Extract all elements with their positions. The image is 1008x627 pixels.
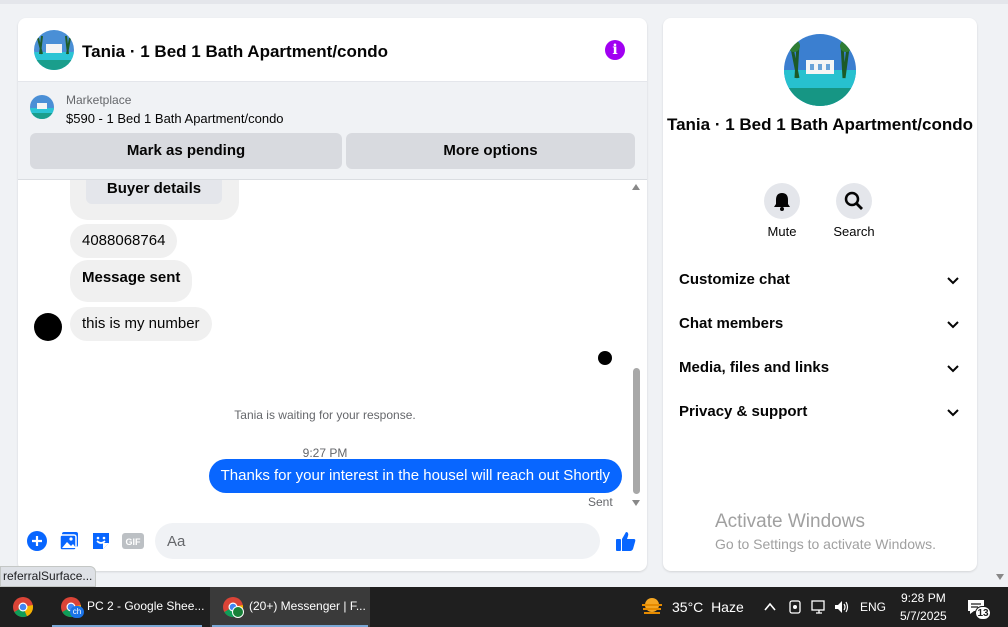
taskbar-chrome-pinned[interactable] bbox=[0, 587, 48, 627]
mute-button[interactable] bbox=[764, 183, 800, 219]
page-scroll-down-arrow[interactable] bbox=[996, 574, 1004, 580]
notification-count-badge: 13 bbox=[975, 606, 991, 620]
haze-weather-icon[interactable] bbox=[640, 595, 664, 619]
chevron-down-icon bbox=[947, 321, 959, 329]
scroll-down-arrow[interactable] bbox=[632, 500, 640, 506]
profile-name: Tania · 1 Bed 1 Bath Apartment/condo bbox=[666, 115, 974, 134]
mute-label: Mute bbox=[767, 224, 797, 239]
message-input[interactable] bbox=[167, 523, 567, 559]
conversation-details-panel: Tania · 1 Bed 1 Bath Apartment/condo Mut… bbox=[663, 18, 977, 571]
chat-title: Tania · 1 Bed 1 Bath Apartment/condo bbox=[82, 42, 389, 61]
taskbar-app-google-sheets[interactable]: ch PC 2 - Google Shee... bbox=[50, 587, 208, 627]
message-input-box[interactable] bbox=[155, 523, 600, 559]
section-label: Chat members bbox=[679, 315, 784, 332]
browser-status-bar: referralSurface... bbox=[0, 566, 96, 587]
top-divider bbox=[0, 0, 1008, 4]
bell-icon bbox=[774, 193, 790, 211]
section-label: Customize chat bbox=[679, 271, 790, 288]
photo-icon[interactable] bbox=[58, 530, 80, 552]
media-files-links-section[interactable]: Media, files and links bbox=[663, 348, 977, 388]
volume-icon[interactable] bbox=[833, 599, 851, 615]
sender-avatar[interactable] bbox=[34, 313, 62, 341]
buyer-details-button[interactable]: Buyer details bbox=[86, 180, 222, 204]
chevron-down-icon bbox=[947, 365, 959, 373]
sticker-icon[interactable] bbox=[90, 530, 112, 552]
search-button[interactable] bbox=[836, 183, 872, 219]
gif-icon[interactable]: GIF bbox=[121, 530, 145, 552]
clock-time[interactable]: 9:28 PM bbox=[901, 591, 946, 605]
network-icon[interactable] bbox=[810, 599, 828, 615]
profile-avatar[interactable] bbox=[784, 34, 856, 106]
sent-status: Sent bbox=[588, 495, 613, 509]
watermark-subtitle: Go to Settings to activate Windows. bbox=[715, 536, 936, 552]
chat-members-section[interactable]: Chat members bbox=[663, 304, 977, 344]
message-list: Buyer details 4088068764 Message sent th… bbox=[18, 180, 647, 515]
svg-text:GIF: GIF bbox=[126, 537, 142, 547]
message-timestamp: 9:27 PM bbox=[302, 446, 348, 460]
info-icon[interactable]: i bbox=[605, 40, 625, 60]
marketplace-bar: Marketplace $590 - 1 Bed 1 Bath Apartmen… bbox=[18, 82, 647, 180]
outgoing-message-bubble: Thanks for your interest in the housel w… bbox=[208, 459, 622, 493]
message-bubble-phone: 4088068764 bbox=[70, 224, 178, 258]
taskbar-app-label: (20+) Messenger | F... bbox=[249, 599, 366, 613]
listing-price[interactable]: $590 - 1 Bed 1 Bath Apartment/condo bbox=[66, 111, 284, 126]
weather-condition: Haze bbox=[711, 599, 744, 615]
chat-scrollbar[interactable] bbox=[630, 182, 643, 512]
clock-date[interactable]: 5/7/2025 bbox=[900, 609, 947, 623]
chevron-down-icon bbox=[947, 277, 959, 285]
more-options-button[interactable]: More options bbox=[346, 133, 635, 169]
waiting-note: Tania is waiting for your response. bbox=[234, 408, 416, 422]
privacy-support-section[interactable]: Privacy & support bbox=[663, 392, 977, 432]
seen-avatar bbox=[598, 351, 612, 365]
taskbar-app-label: PC 2 - Google Shee... bbox=[87, 599, 205, 613]
marketplace-label: Marketplace bbox=[66, 93, 132, 107]
profile-badge: ch bbox=[70, 606, 84, 618]
mark-as-pending-button[interactable]: Mark as pending bbox=[30, 133, 342, 169]
chrome-icon bbox=[13, 597, 34, 618]
watermark-title: Activate Windows bbox=[715, 511, 865, 532]
chevron-up-icon[interactable] bbox=[763, 600, 777, 614]
profile-badge-icon bbox=[232, 606, 244, 618]
buyer-details-card: Buyer details bbox=[70, 180, 239, 220]
location-icon[interactable] bbox=[788, 599, 802, 615]
search-icon bbox=[844, 191, 863, 210]
listing-avatar[interactable] bbox=[34, 30, 74, 70]
language-indicator[interactable]: ENG bbox=[860, 600, 886, 614]
message-composer: GIF bbox=[18, 518, 647, 571]
section-label: Media, files and links bbox=[679, 359, 830, 376]
customize-chat-section[interactable]: Customize chat bbox=[663, 260, 977, 300]
temperature: 35°C bbox=[672, 599, 704, 615]
plus-circle-icon[interactable] bbox=[26, 530, 48, 552]
taskbar-app-messenger[interactable]: (20+) Messenger | F... bbox=[210, 587, 370, 627]
search-label: Search bbox=[833, 224, 875, 239]
windows-taskbar: ch PC 2 - Google Shee... (20+) Messenger… bbox=[0, 587, 1008, 627]
listing-thumbnail[interactable] bbox=[30, 95, 54, 119]
chat-panel: Tania · 1 Bed 1 Bath Apartment/condo i M… bbox=[18, 18, 647, 571]
weather-temperature[interactable]: 35°C Haze bbox=[672, 599, 744, 615]
section-label: Privacy & support bbox=[679, 403, 808, 420]
message-bubble-sent: Message sent bbox=[70, 260, 193, 302]
activate-windows-watermark: Activate Windows Go to Settings to activ… bbox=[715, 511, 936, 552]
chevron-down-icon bbox=[947, 409, 959, 417]
chat-header: Tania · 1 Bed 1 Bath Apartment/condo i bbox=[18, 18, 647, 82]
scroll-thumb[interactable] bbox=[633, 368, 640, 494]
message-bubble-number: this is my number bbox=[70, 307, 212, 341]
thumbs-up-icon[interactable] bbox=[614, 529, 638, 553]
scroll-up-arrow[interactable] bbox=[632, 184, 640, 190]
